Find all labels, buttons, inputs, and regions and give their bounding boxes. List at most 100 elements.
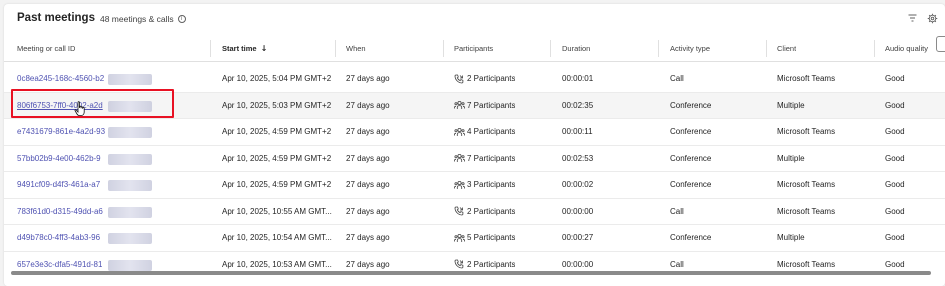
activity-type-cell: Conference [670, 180, 712, 190]
audio-quality-cell: Good [885, 74, 905, 84]
start-time-cell: Apr 10, 2025, 10:54 AM GMT... [222, 233, 332, 243]
participants-cell: 4 Participants [454, 119, 515, 145]
audio-quality-cell: Good [885, 233, 905, 243]
duration-cell: 00:00:01 [562, 74, 594, 84]
client-cell: Multiple [777, 233, 805, 243]
column-header-client[interactable]: Client [777, 35, 796, 61]
start-time-cell: Apr 10, 2025, 4:59 PM GMT+2 [222, 127, 332, 137]
participants-cell: 2 Participants [454, 66, 515, 92]
table-header: Meeting or call ID Start time ↓ When Par… [4, 35, 945, 62]
when-cell: 27 days ago [346, 74, 390, 84]
meeting-id-link[interactable]: 57bb02b9-4e00-462b-9 [17, 154, 101, 163]
column-divider [766, 40, 767, 57]
activity-type-cell: Conference [670, 233, 712, 243]
column-options-toggle[interactable] [936, 36, 945, 52]
column-divider [874, 40, 875, 57]
participants-label: 5 Participants [467, 233, 516, 243]
duration-cell: 00:00:27 [562, 233, 594, 243]
activity-type-cell: Conference [670, 100, 712, 110]
redacted-id-mask [108, 153, 152, 165]
column-header-duration[interactable]: Duration [562, 35, 590, 61]
participants-label: 7 Participants [467, 153, 516, 163]
when-cell: 27 days ago [346, 153, 390, 163]
participants-cell: 7 Participants [454, 93, 515, 119]
table-row[interactable]: d49b78c0-4ff3-4ab3-96 Apr 10, 2025, 10:54… [4, 225, 945, 252]
column-header-when[interactable]: When [346, 35, 366, 61]
meeting-id-link[interactable]: e7431679-861e-4a2d-93 [17, 127, 105, 136]
participants-label: 2 Participants [467, 74, 516, 84]
column-header-activity-type[interactable]: Activity type [670, 35, 710, 61]
phone-icon [454, 259, 465, 269]
column-divider [210, 40, 211, 57]
activity-type-cell: Conference [670, 127, 712, 137]
participants-label: 2 Participants [467, 259, 516, 269]
start-time-cell: Apr 10, 2025, 4:59 PM GMT+2 [222, 180, 332, 190]
activity-type-cell: Conference [670, 153, 712, 163]
info-icon[interactable]: i [177, 14, 186, 23]
participants-cell: 2 Participants [454, 199, 515, 225]
scrollbar-thumb[interactable] [11, 271, 931, 275]
table-row[interactable]: 783f61d0-d315-49dd-a6 Apr 10, 2025, 10:55… [4, 199, 945, 225]
when-cell: 27 days ago [346, 100, 390, 110]
column-divider [335, 40, 336, 57]
table-row[interactable]: e7431679-861e-4a2d-93 Apr 10, 2025, 4:59 … [4, 119, 945, 146]
meeting-id-cell: 783f61d0-d315-49dd-a6 [17, 199, 103, 225]
participants-label: 2 Participants [467, 206, 516, 216]
activity-type-cell: Call [670, 74, 684, 84]
audio-quality-cell: Good [885, 206, 905, 216]
settings-icon[interactable] [925, 11, 939, 25]
activity-type-cell: Call [670, 206, 684, 216]
duration-cell: 00:02:35 [562, 100, 594, 110]
duration-cell: 00:02:53 [562, 153, 594, 163]
redacted-id-mask [108, 180, 152, 191]
column-header-start-time-label: Start time [222, 43, 257, 53]
phone-icon [454, 74, 465, 84]
meeting-id-cell: 0c8ea245-168c-4560-b2 [17, 66, 104, 92]
sort-descending-icon: ↓ [260, 43, 268, 53]
client-cell: Microsoft Teams [777, 74, 836, 84]
duration-cell: 00:00:00 [562, 206, 594, 216]
start-time-cell: Apr 10, 2025, 5:04 PM GMT+2 [222, 74, 332, 84]
client-cell: Multiple [777, 153, 805, 163]
column-divider [658, 40, 659, 57]
redacted-id-mask [108, 259, 152, 271]
people-icon [454, 100, 465, 110]
participants-label: 7 Participants [467, 100, 516, 110]
redacted-id-mask [108, 74, 152, 85]
audio-quality-cell: Good [885, 180, 905, 190]
meeting-id-link[interactable]: 657e3e3c-dfa5-491d-81 [17, 260, 102, 269]
client-cell: Microsoft Teams [777, 127, 836, 137]
duration-cell: 00:00:02 [562, 180, 594, 190]
client-cell: Multiple [777, 100, 805, 110]
table-row[interactable]: 9491cf09-d4f3-461a-a7 Apr 10, 2025, 4:59 … [4, 172, 945, 199]
filter-icon[interactable] [905, 11, 919, 25]
when-cell: 27 days ago [346, 127, 390, 137]
meeting-id-cell: 57bb02b9-4e00-462b-9 [17, 146, 101, 172]
past-meetings-panel: Past meetings 48 meetings & calls i Meet… [4, 4, 945, 286]
participants-label: 3 Participants [467, 180, 516, 190]
highlight-box [11, 89, 174, 118]
meeting-id-link[interactable]: d49b78c0-4ff3-4ab3-96 [17, 233, 100, 242]
participants-label: 4 Participants [467, 127, 516, 137]
meeting-id-cell: e7431679-861e-4a2d-93 [17, 119, 105, 145]
column-header-id[interactable]: Meeting or call ID [17, 35, 75, 61]
column-header-start-time[interactable]: Start time ↓ [222, 35, 267, 61]
people-icon [454, 180, 465, 190]
participants-cell: 7 Participants [454, 146, 515, 172]
participants-cell: 3 Participants [454, 172, 515, 198]
start-time-cell: Apr 10, 2025, 4:59 PM GMT+2 [222, 153, 332, 163]
audio-quality-cell: Good [885, 100, 905, 110]
when-cell: 27 days ago [346, 206, 390, 216]
meeting-id-link[interactable]: 0c8ea245-168c-4560-b2 [17, 74, 104, 83]
start-time-cell: Apr 10, 2025, 10:55 AM GMT... [222, 206, 332, 216]
when-cell: 27 days ago [346, 180, 390, 190]
table-row[interactable]: 57bb02b9-4e00-462b-9 Apr 10, 2025, 4:59 P… [4, 146, 945, 172]
when-cell: 27 days ago [346, 233, 390, 243]
column-header-participants[interactable]: Participants [454, 35, 493, 61]
participants-cell: 5 Participants [454, 225, 515, 251]
column-header-audio-quality[interactable]: Audio quality [885, 35, 928, 61]
meeting-id-link[interactable]: 783f61d0-d315-49dd-a6 [17, 207, 103, 216]
meeting-id-link[interactable]: 9491cf09-d4f3-461a-a7 [17, 180, 100, 189]
audio-quality-cell: Good [885, 153, 905, 163]
redacted-id-mask [108, 206, 152, 218]
